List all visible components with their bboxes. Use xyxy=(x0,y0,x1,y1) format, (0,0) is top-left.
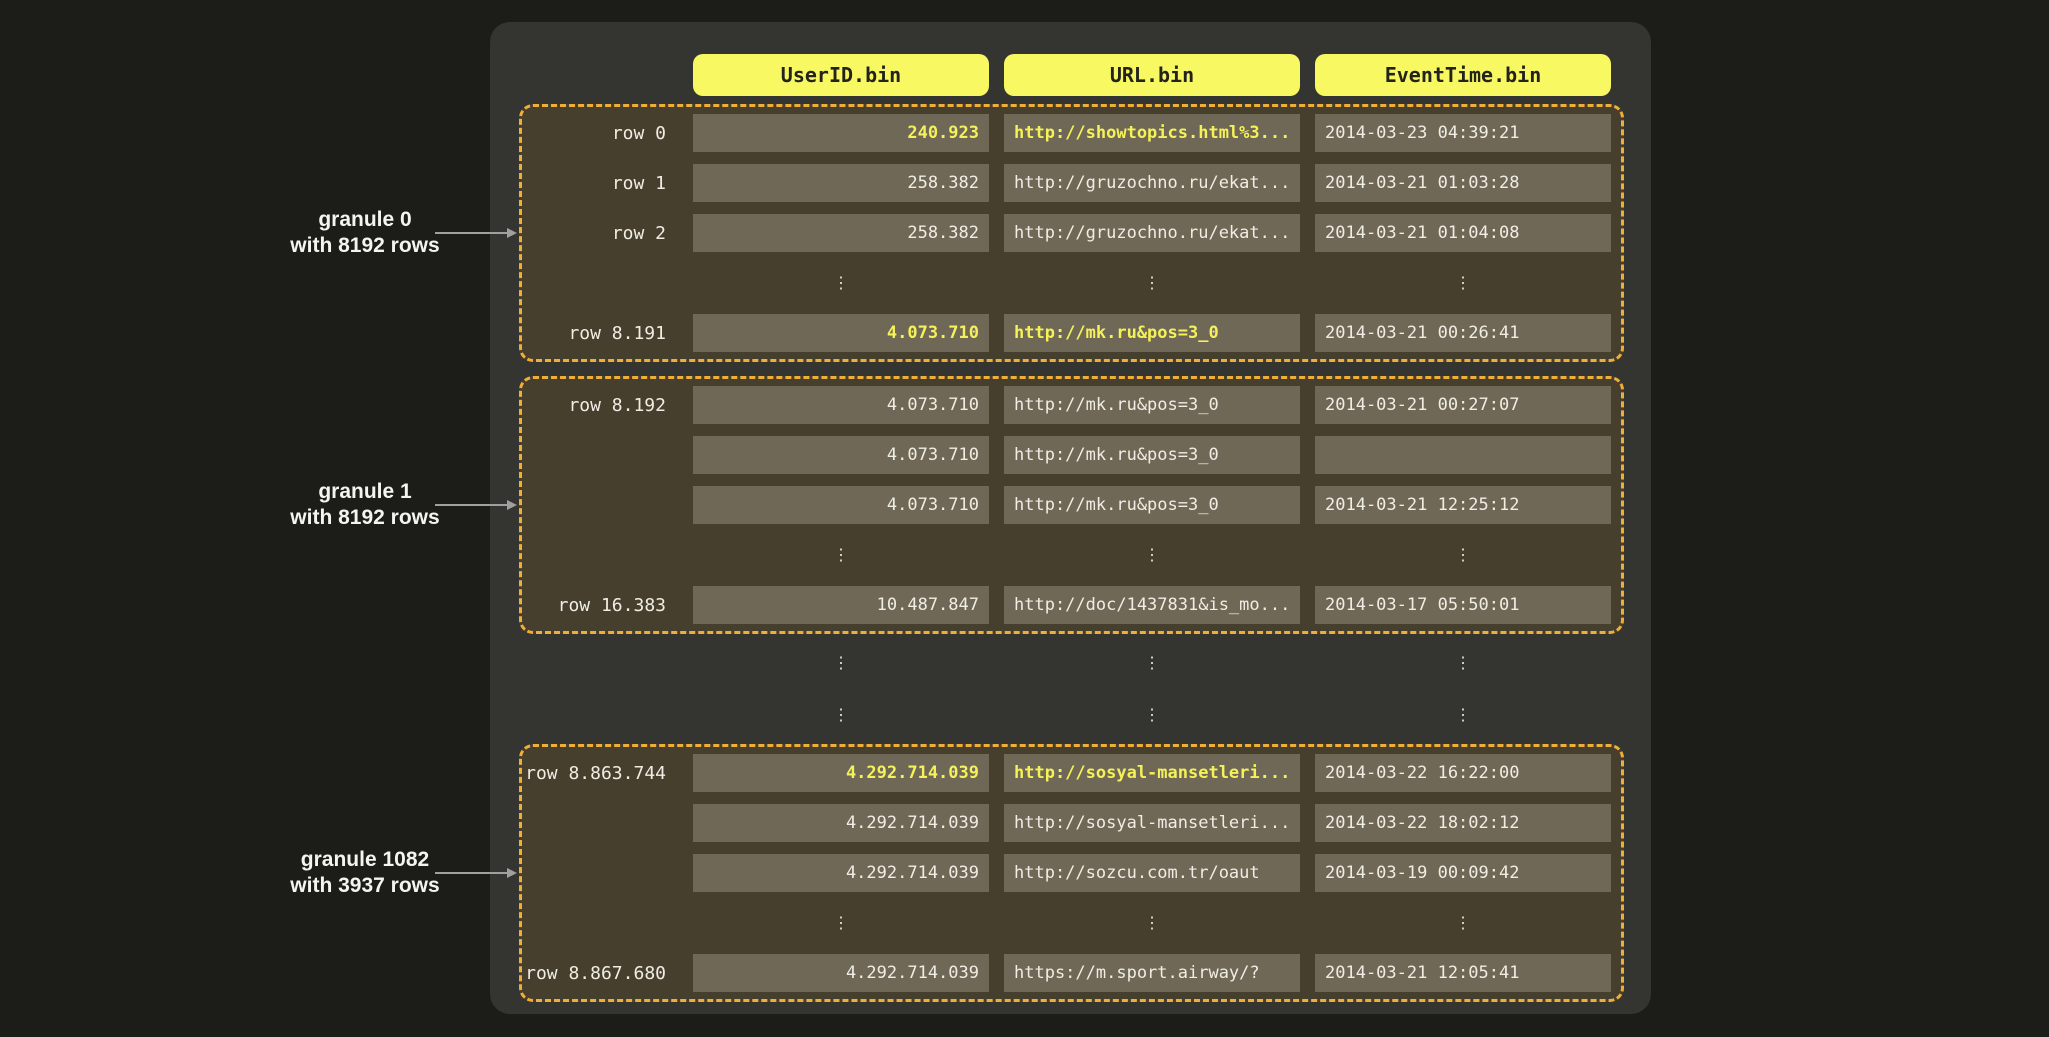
url-cell: http://gruzochno.ru/ekat... xyxy=(1004,214,1300,252)
eventtime-cell: 2014-03-21 00:27:07 xyxy=(1315,386,1611,424)
granule-1082-arrow xyxy=(435,872,508,874)
table-row: row 8.867.680 4.292.714.039 https://m.sp… xyxy=(522,954,1611,992)
eventtime-cell: 2014-03-21 01:03:28 xyxy=(1315,164,1611,202)
eventtime-cell: 2014-03-21 12:25:12 xyxy=(1315,486,1611,524)
ellipsis: ⋮ xyxy=(1315,547,1611,563)
granule-0-annotation-line1: granule 0 xyxy=(240,207,490,233)
eventtime-cell: 2014-03-22 16:22:00 xyxy=(1315,754,1611,792)
granules-diagram: UserID.bin URL.bin EventTime.bin row 0 2… xyxy=(0,0,2049,1037)
url-cell: http://mk.ru&pos=3_0 xyxy=(1004,386,1300,424)
row-label: row 16.383 xyxy=(522,595,678,616)
granule-box-1082: row 8.863.744 4.292.714.039 http://sosya… xyxy=(519,744,1624,1002)
ellipsis: ⋮ xyxy=(693,655,989,671)
userid-cell: 4.073.710 xyxy=(693,486,989,524)
granule-0-annotation-line2: with 8192 rows xyxy=(240,233,490,259)
row-label: row 1 xyxy=(522,173,678,194)
between-granules-ellipsis: ⋮ ⋮ ⋮ ⋮ ⋮ ⋮ xyxy=(522,634,1651,744)
eventtime-cell xyxy=(1315,436,1611,474)
eventtime-cell: 2014-03-22 18:02:12 xyxy=(1315,804,1611,842)
userid-cell: 4.292.714.039 xyxy=(693,854,989,892)
userid-cell: 4.292.714.039 xyxy=(693,804,989,842)
ellipsis: ⋮ xyxy=(1004,547,1300,563)
ellipsis-row: ⋮ ⋮ ⋮ xyxy=(522,696,1641,734)
url-cell: http://gruzochno.ru/ekat... xyxy=(1004,164,1300,202)
ellipsis-row: ⋮ ⋮ ⋮ xyxy=(522,644,1641,682)
granule-0-arrow xyxy=(435,232,508,234)
ellipsis: ⋮ xyxy=(1004,275,1300,291)
userid-cell: 258.382 xyxy=(693,164,989,202)
ellipsis: ⋮ xyxy=(693,275,989,291)
column-headers: UserID.bin URL.bin EventTime.bin xyxy=(522,54,1651,96)
column-header-url: URL.bin xyxy=(1004,54,1300,96)
ellipsis-row: ⋮ ⋮ ⋮ xyxy=(522,904,1611,942)
eventtime-cell: 2014-03-21 12:05:41 xyxy=(1315,954,1611,992)
table-row: 4.073.710 http://mk.ru&pos=3_0 2014-03-2… xyxy=(522,486,1611,524)
column-header-userid: UserID.bin xyxy=(693,54,989,96)
row-label: row 2 xyxy=(522,223,678,244)
userid-cell: 4.073.710 xyxy=(693,436,989,474)
eventtime-cell: 2014-03-23 04:39:21 xyxy=(1315,114,1611,152)
url-cell: http://doc/1437831&is_mo... xyxy=(1004,586,1300,624)
eventtime-cell: 2014-03-21 00:26:41 xyxy=(1315,314,1611,352)
ellipsis: ⋮ xyxy=(1315,915,1611,931)
column-header-eventtime: EventTime.bin xyxy=(1315,54,1611,96)
row-label: row 0 xyxy=(522,123,678,144)
granule-1082-annotation-line2: with 3937 rows xyxy=(240,873,490,899)
url-cell: https://m.sport.airway/? xyxy=(1004,954,1300,992)
url-cell: http://sozcu.com.tr/oaut xyxy=(1004,854,1300,892)
eventtime-cell: 2014-03-19 00:09:42 xyxy=(1315,854,1611,892)
eventtime-cell: 2014-03-21 01:04:08 xyxy=(1315,214,1611,252)
granule-1-arrow xyxy=(435,504,508,506)
url-cell: http://showtopics.html%3... xyxy=(1004,114,1300,152)
ellipsis: ⋮ xyxy=(693,707,989,723)
column-files-panel: UserID.bin URL.bin EventTime.bin row 0 2… xyxy=(490,22,1651,1014)
ellipsis: ⋮ xyxy=(1315,707,1611,723)
userid-cell: 258.382 xyxy=(693,214,989,252)
ellipsis-row: ⋮ ⋮ ⋮ xyxy=(522,264,1611,302)
userid-cell: 4.073.710 xyxy=(693,314,989,352)
granule-1-annotation-line1: granule 1 xyxy=(240,479,490,505)
table-row: row 16.383 10.487.847 http://doc/1437831… xyxy=(522,586,1611,624)
table-row: row 8.192 4.073.710 http://mk.ru&pos=3_0… xyxy=(522,386,1611,424)
table-row: row 1 258.382 http://gruzochno.ru/ekat..… xyxy=(522,164,1611,202)
row-label: row 8.192 xyxy=(522,395,678,416)
url-cell: http://sosyal-mansetleri... xyxy=(1004,754,1300,792)
userid-cell: 10.487.847 xyxy=(693,586,989,624)
table-row: row 0 240.923 http://showtopics.html%3..… xyxy=(522,114,1611,152)
ellipsis: ⋮ xyxy=(1004,915,1300,931)
url-cell: http://mk.ru&pos=3_0 xyxy=(1004,314,1300,352)
url-cell: http://sosyal-mansetleri... xyxy=(1004,804,1300,842)
row-label: row 8.867.680 xyxy=(522,963,678,984)
granule-box-1: row 8.192 4.073.710 http://mk.ru&pos=3_0… xyxy=(519,376,1624,634)
ellipsis: ⋮ xyxy=(693,547,989,563)
eventtime-cell: 2014-03-17 05:50:01 xyxy=(1315,586,1611,624)
table-row: row 8.191 4.073.710 http://mk.ru&pos=3_0… xyxy=(522,314,1611,352)
ellipsis: ⋮ xyxy=(1315,275,1611,291)
ellipsis: ⋮ xyxy=(1004,655,1300,671)
table-row: 4.292.714.039 http://sosyal-mansetleri..… xyxy=(522,804,1611,842)
userid-cell: 4.292.714.039 xyxy=(693,754,989,792)
row-label: row 8.863.744 xyxy=(522,763,678,784)
userid-cell: 240.923 xyxy=(693,114,989,152)
ellipsis-row: ⋮ ⋮ ⋮ xyxy=(522,536,1611,574)
row-label: row 8.191 xyxy=(522,323,678,344)
ellipsis: ⋮ xyxy=(1004,707,1300,723)
table-row: row 8.863.744 4.292.714.039 http://sosya… xyxy=(522,754,1611,792)
url-cell: http://mk.ru&pos=3_0 xyxy=(1004,436,1300,474)
granule-1082-annotation-line1: granule 1082 xyxy=(240,847,490,873)
table-row: row 2 258.382 http://gruzochno.ru/ekat..… xyxy=(522,214,1611,252)
table-row: 4.292.714.039 http://sozcu.com.tr/oaut 2… xyxy=(522,854,1611,892)
granule-1-annotation-line2: with 8192 rows xyxy=(240,505,490,531)
userid-cell: 4.292.714.039 xyxy=(693,954,989,992)
table-row: 4.073.710 http://mk.ru&pos=3_0 xyxy=(522,436,1611,474)
url-cell: http://mk.ru&pos=3_0 xyxy=(1004,486,1300,524)
ellipsis: ⋮ xyxy=(693,915,989,931)
userid-cell: 4.073.710 xyxy=(693,386,989,424)
granule-box-0: row 0 240.923 http://showtopics.html%3..… xyxy=(519,104,1624,362)
ellipsis: ⋮ xyxy=(1315,655,1611,671)
